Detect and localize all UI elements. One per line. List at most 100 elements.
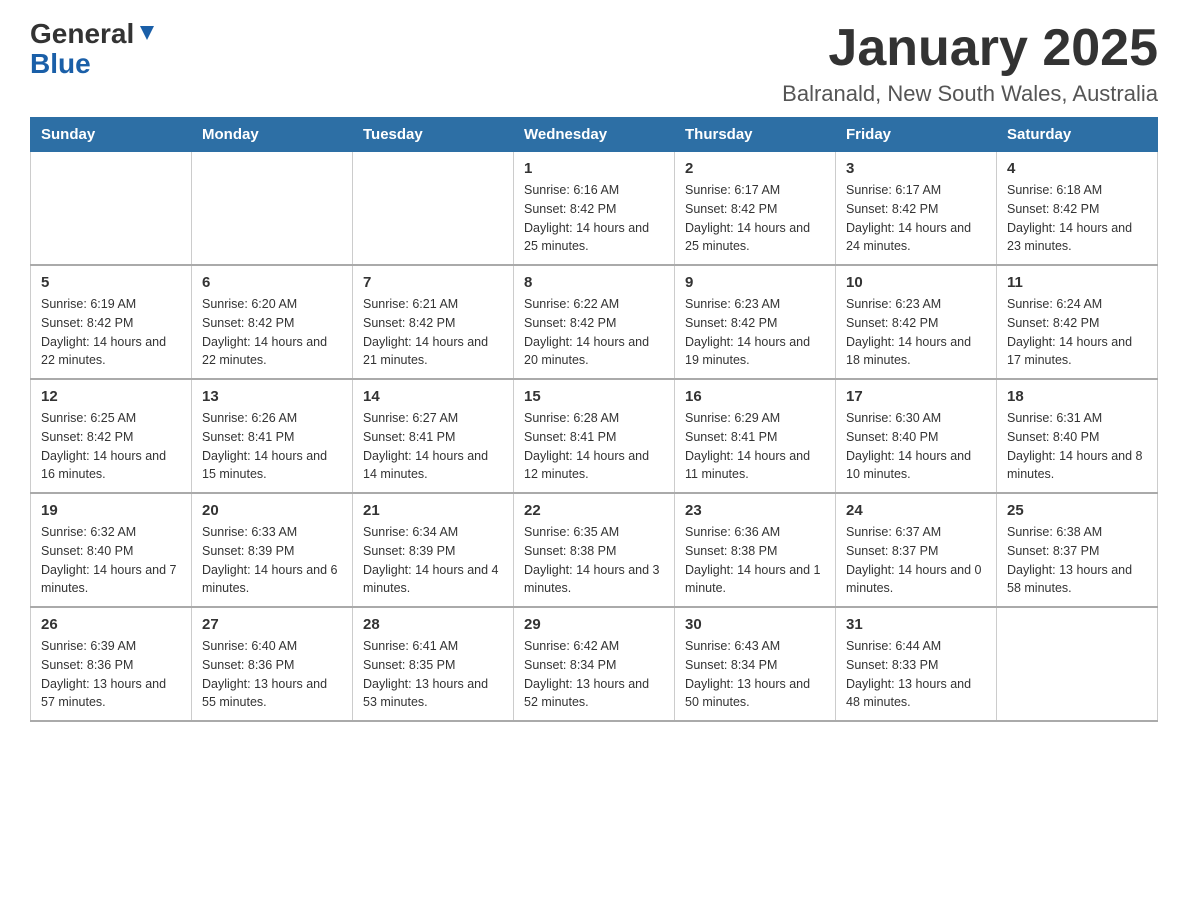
- day-info: Sunrise: 6:31 AMSunset: 8:40 PMDaylight:…: [1007, 409, 1147, 484]
- day-info: Sunrise: 6:44 AMSunset: 8:33 PMDaylight:…: [846, 637, 986, 712]
- weekday-header-thursday: Thursday: [675, 118, 836, 152]
- day-number: 13: [202, 388, 342, 405]
- calendar-cell: 18 Sunrise: 6:31 AMSunset: 8:40 PMDayligh…: [997, 379, 1158, 493]
- day-number: 7: [363, 274, 503, 291]
- calendar-cell: 2 Sunrise: 6:17 AMSunset: 8:42 PMDaylight…: [675, 152, 836, 266]
- day-number: 17: [846, 388, 986, 405]
- day-info: Sunrise: 6:30 AMSunset: 8:40 PMDaylight:…: [846, 409, 986, 484]
- calendar-week-row: 26 Sunrise: 6:39 AMSunset: 8:36 PMDayligh…: [31, 607, 1158, 721]
- calendar-cell: 19 Sunrise: 6:32 AMSunset: 8:40 PMDayligh…: [31, 493, 192, 607]
- calendar-cell: [353, 152, 514, 266]
- day-info: Sunrise: 6:24 AMSunset: 8:42 PMDaylight:…: [1007, 295, 1147, 370]
- calendar-cell: 12 Sunrise: 6:25 AMSunset: 8:42 PMDayligh…: [31, 379, 192, 493]
- day-number: 8: [524, 274, 664, 291]
- calendar-cell: 11Sunrise: 6:24 AMSunset: 8:42 PMDayligh…: [997, 265, 1158, 379]
- day-info: Sunrise: 6:36 AMSunset: 8:38 PMDaylight:…: [685, 523, 825, 598]
- calendar-cell: [192, 152, 353, 266]
- day-info: Sunrise: 6:40 AMSunset: 8:36 PMDaylight:…: [202, 637, 342, 712]
- day-number: 2: [685, 160, 825, 177]
- day-info: Sunrise: 6:32 AMSunset: 8:40 PMDaylight:…: [41, 523, 181, 598]
- day-number: 5: [41, 274, 181, 291]
- day-info: Sunrise: 6:23 AMSunset: 8:42 PMDaylight:…: [685, 295, 825, 370]
- calendar-cell: 20 Sunrise: 6:33 AMSunset: 8:39 PMDayligh…: [192, 493, 353, 607]
- day-number: 29: [524, 616, 664, 633]
- calendar-cell: 4 Sunrise: 6:18 AMSunset: 8:42 PMDaylight…: [997, 152, 1158, 266]
- day-number: 27: [202, 616, 342, 633]
- calendar-cell: 29Sunrise: 6:42 AMSunset: 8:34 PMDayligh…: [514, 607, 675, 721]
- day-info: Sunrise: 6:17 AMSunset: 8:42 PMDaylight:…: [846, 181, 986, 256]
- weekday-header-monday: Monday: [192, 118, 353, 152]
- day-number: 20: [202, 502, 342, 519]
- calendar-week-row: 12 Sunrise: 6:25 AMSunset: 8:42 PMDayligh…: [31, 379, 1158, 493]
- day-info: Sunrise: 6:22 AMSunset: 8:42 PMDaylight:…: [524, 295, 664, 370]
- calendar-cell: 9 Sunrise: 6:23 AMSunset: 8:42 PMDaylight…: [675, 265, 836, 379]
- day-number: 21: [363, 502, 503, 519]
- day-info: Sunrise: 6:29 AMSunset: 8:41 PMDaylight:…: [685, 409, 825, 484]
- day-info: Sunrise: 6:39 AMSunset: 8:36 PMDaylight:…: [41, 637, 181, 712]
- calendar-cell: 16 Sunrise: 6:29 AMSunset: 8:41 PMDayligh…: [675, 379, 836, 493]
- day-number: 25: [1007, 502, 1147, 519]
- weekday-header-friday: Friday: [836, 118, 997, 152]
- day-number: 4: [1007, 160, 1147, 177]
- calendar-cell: 31Sunrise: 6:44 AMSunset: 8:33 PMDayligh…: [836, 607, 997, 721]
- calendar-cell: 5Sunrise: 6:19 AMSunset: 8:42 PMDaylight…: [31, 265, 192, 379]
- calendar-cell: 26 Sunrise: 6:39 AMSunset: 8:36 PMDayligh…: [31, 607, 192, 721]
- page-header: General Blue January 2025 Balranald, New…: [30, 20, 1158, 107]
- calendar-cell: 10 Sunrise: 6:23 AMSunset: 8:42 PMDayligh…: [836, 265, 997, 379]
- day-number: 19: [41, 502, 181, 519]
- day-info: Sunrise: 6:35 AMSunset: 8:38 PMDaylight:…: [524, 523, 664, 598]
- calendar-cell: 3 Sunrise: 6:17 AMSunset: 8:42 PMDaylight…: [836, 152, 997, 266]
- day-info: Sunrise: 6:37 AMSunset: 8:37 PMDaylight:…: [846, 523, 986, 598]
- day-number: 24: [846, 502, 986, 519]
- calendar-title: January 2025: [782, 20, 1158, 77]
- day-info: Sunrise: 6:43 AMSunset: 8:34 PMDaylight:…: [685, 637, 825, 712]
- weekday-header-wednesday: Wednesday: [514, 118, 675, 152]
- calendar-week-row: 19 Sunrise: 6:32 AMSunset: 8:40 PMDayligh…: [31, 493, 1158, 607]
- day-info: Sunrise: 6:17 AMSunset: 8:42 PMDaylight:…: [685, 181, 825, 256]
- day-number: 15: [524, 388, 664, 405]
- calendar-cell: 13 Sunrise: 6:26 AMSunset: 8:41 PMDayligh…: [192, 379, 353, 493]
- logo-arrow-icon: [136, 22, 158, 44]
- calendar-cell: 7Sunrise: 6:21 AMSunset: 8:42 PMDaylight…: [353, 265, 514, 379]
- day-info: Sunrise: 6:27 AMSunset: 8:41 PMDaylight:…: [363, 409, 503, 484]
- day-info: Sunrise: 6:34 AMSunset: 8:39 PMDaylight:…: [363, 523, 503, 598]
- day-info: Sunrise: 6:41 AMSunset: 8:35 PMDaylight:…: [363, 637, 503, 712]
- day-number: 12: [41, 388, 181, 405]
- day-number: 26: [41, 616, 181, 633]
- calendar-cell: 24 Sunrise: 6:37 AMSunset: 8:37 PMDayligh…: [836, 493, 997, 607]
- calendar-cell: [997, 607, 1158, 721]
- day-number: 30: [685, 616, 825, 633]
- day-info: Sunrise: 6:38 AMSunset: 8:37 PMDaylight:…: [1007, 523, 1147, 598]
- day-info: Sunrise: 6:18 AMSunset: 8:42 PMDaylight:…: [1007, 181, 1147, 256]
- weekday-header-saturday: Saturday: [997, 118, 1158, 152]
- logo: General Blue: [30, 20, 158, 80]
- day-number: 9: [685, 274, 825, 291]
- title-block: January 2025 Balranald, New South Wales,…: [782, 20, 1158, 107]
- day-number: 16: [685, 388, 825, 405]
- weekday-header-tuesday: Tuesday: [353, 118, 514, 152]
- calendar-cell: 28Sunrise: 6:41 AMSunset: 8:35 PMDayligh…: [353, 607, 514, 721]
- weekday-header-sunday: Sunday: [31, 118, 192, 152]
- calendar-cell: 17 Sunrise: 6:30 AMSunset: 8:40 PMDayligh…: [836, 379, 997, 493]
- calendar-cell: 15 Sunrise: 6:28 AMSunset: 8:41 PMDayligh…: [514, 379, 675, 493]
- day-info: Sunrise: 6:26 AMSunset: 8:41 PMDaylight:…: [202, 409, 342, 484]
- weekday-header-row: SundayMondayTuesdayWednesdayThursdayFrid…: [31, 118, 1158, 152]
- day-info: Sunrise: 6:25 AMSunset: 8:42 PMDaylight:…: [41, 409, 181, 484]
- calendar-cell: 6Sunrise: 6:20 AMSunset: 8:42 PMDaylight…: [192, 265, 353, 379]
- calendar-cell: [31, 152, 192, 266]
- calendar-week-row: 1Sunrise: 6:16 AMSunset: 8:42 PMDaylight…: [31, 152, 1158, 266]
- calendar-cell: 22Sunrise: 6:35 AMSunset: 8:38 PMDayligh…: [514, 493, 675, 607]
- calendar-cell: 27 Sunrise: 6:40 AMSunset: 8:36 PMDayligh…: [192, 607, 353, 721]
- calendar-cell: 25 Sunrise: 6:38 AMSunset: 8:37 PMDayligh…: [997, 493, 1158, 607]
- day-number: 23: [685, 502, 825, 519]
- calendar-subtitle: Balranald, New South Wales, Australia: [782, 81, 1158, 107]
- day-info: Sunrise: 6:33 AMSunset: 8:39 PMDaylight:…: [202, 523, 342, 598]
- day-number: 3: [846, 160, 986, 177]
- day-number: 10: [846, 274, 986, 291]
- logo-text-blue: Blue: [30, 48, 91, 80]
- day-info: Sunrise: 6:28 AMSunset: 8:41 PMDaylight:…: [524, 409, 664, 484]
- day-info: Sunrise: 6:23 AMSunset: 8:42 PMDaylight:…: [846, 295, 986, 370]
- day-number: 6: [202, 274, 342, 291]
- calendar-cell: 23 Sunrise: 6:36 AMSunset: 8:38 PMDayligh…: [675, 493, 836, 607]
- day-number: 18: [1007, 388, 1147, 405]
